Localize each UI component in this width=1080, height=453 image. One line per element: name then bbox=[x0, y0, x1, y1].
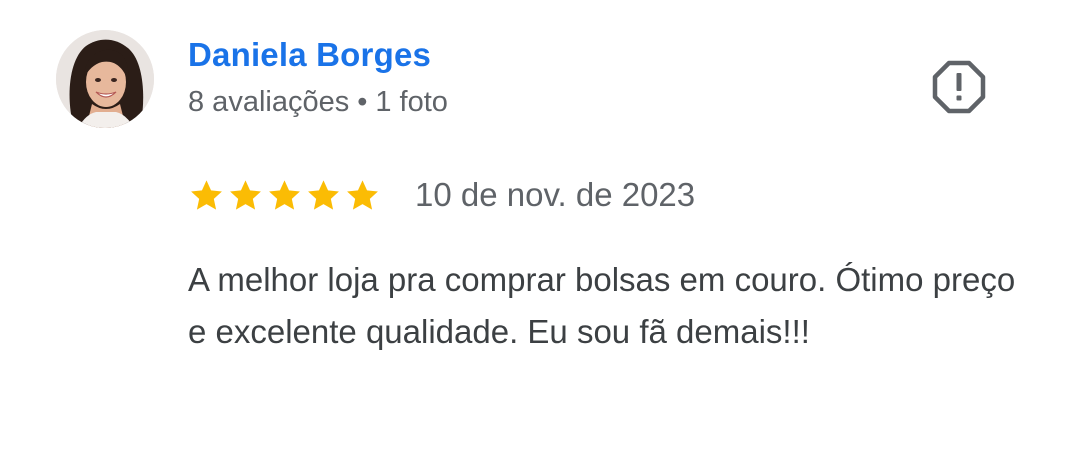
star-rating bbox=[188, 177, 381, 214]
author-reviews-count: 8 avaliações bbox=[188, 86, 350, 118]
avatar-photo-icon bbox=[56, 30, 154, 128]
star-icon bbox=[347, 179, 378, 210]
star-icon bbox=[308, 179, 339, 210]
report-flag-octagon-icon bbox=[932, 60, 986, 114]
meta-separator: • bbox=[357, 86, 368, 118]
review-card: Daniela Borges 8 avaliações • 1 foto 10 de… bbox=[0, 0, 1080, 453]
review-text: A melhor loja pra comprar bolsas em cour… bbox=[188, 261, 1016, 350]
star-icon bbox=[191, 179, 222, 210]
author-avatar[interactable] bbox=[56, 30, 154, 128]
author-meta: 8 avaliações • 1 foto bbox=[188, 86, 448, 119]
star-icon bbox=[269, 179, 300, 210]
review-date: 10 de nov. de 2023 bbox=[415, 176, 696, 213]
rating-row: 10 de nov. de 2023 bbox=[188, 172, 695, 218]
report-review-button[interactable] bbox=[930, 58, 988, 116]
author-name-link[interactable]: Daniela Borges bbox=[188, 36, 431, 74]
author-photos-count: 1 foto bbox=[375, 86, 448, 118]
star-icon bbox=[230, 179, 261, 210]
